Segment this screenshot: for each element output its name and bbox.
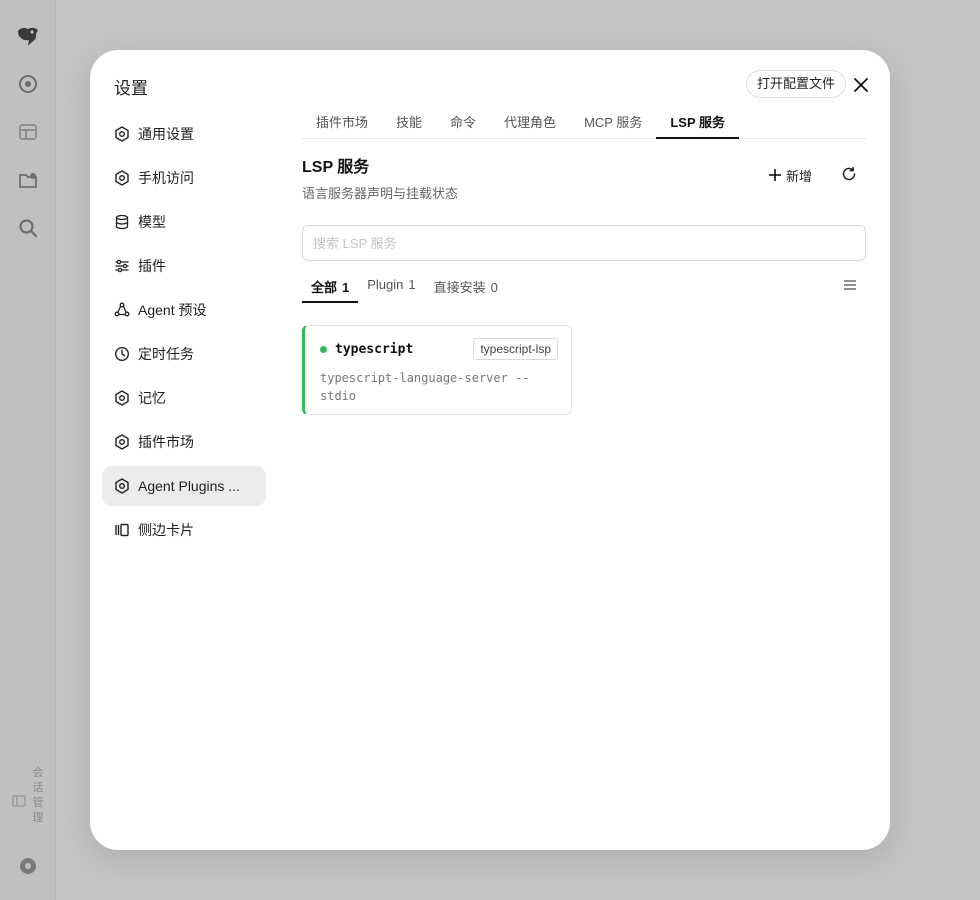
sidebar-item-label: 手机访问	[138, 170, 194, 186]
agent-icon	[113, 301, 131, 319]
search-input[interactable]	[302, 225, 866, 261]
sidebar-item-agent-plugins[interactable]: Agent Plugins ...	[102, 466, 266, 506]
tab-plugin-market[interactable]: 插件市场	[302, 108, 382, 139]
layout-icon[interactable]	[16, 120, 40, 144]
content-panel: 插件市场 技能 命令 代理角色 MCP 服务 LSP 服务 LSP 服务 语言服…	[302, 108, 866, 415]
gear-icon	[113, 169, 131, 187]
sidebar-item-general[interactable]: 通用设置	[102, 114, 266, 154]
app-logo-icon	[16, 24, 40, 48]
sidebar-item-scheduled-tasks[interactable]: 定时任务	[102, 334, 266, 374]
filter-count: 1	[408, 277, 416, 292]
sidebar-item-plugins[interactable]: 插件	[102, 246, 266, 286]
clock-icon	[113, 345, 131, 363]
sidebar-item-plugin-market[interactable]: 插件市场	[102, 422, 266, 462]
filter-count: 0	[490, 280, 498, 295]
sidebar-item-label: 插件市场	[138, 434, 194, 450]
status-dot	[320, 345, 327, 353]
sliders-icon	[113, 257, 131, 275]
sidebar-item-label: 定时任务	[138, 346, 194, 362]
gear-icon	[113, 389, 131, 407]
settings-sidebar: 通用设置 手机访问 模型 插件 Agent 预设 定时任务 记忆 插件市场 Ag…	[102, 114, 266, 554]
sidebar-item-models[interactable]: 模型	[102, 202, 266, 242]
new-folder-icon[interactable]	[16, 168, 40, 192]
tab-bar: 插件市场 技能 命令 代理角色 MCP 服务 LSP 服务	[302, 108, 866, 139]
cards-icon	[113, 521, 131, 539]
tab-commands[interactable]: 命令	[436, 108, 490, 139]
sidebar-item-memory[interactable]: 记忆	[102, 378, 266, 418]
sidebar-item-label: 通用设置	[138, 126, 194, 142]
section-header: LSP 服务 语言服务器声明与挂载状态 新增	[302, 153, 866, 225]
sidebar-item-label: 记忆	[138, 390, 166, 406]
list-view-icon[interactable]	[842, 277, 858, 293]
app-rail: 会话管理	[0, 0, 56, 900]
sidebar-item-label: 插件	[138, 258, 166, 274]
sidebar-item-label: Agent Plugins ...	[138, 478, 240, 494]
filter-label: Plugin	[367, 277, 404, 292]
settings-icon[interactable]	[16, 854, 40, 878]
tab-skills[interactable]: 技能	[382, 108, 436, 139]
gear-icon	[113, 125, 131, 143]
sidebar-item-side-cards[interactable]: 侧边卡片	[102, 510, 266, 550]
refresh-icon[interactable]	[838, 163, 860, 185]
sidebar-item-label: 侧边卡片	[138, 522, 194, 538]
open-config-button[interactable]: 打开配置文件	[746, 70, 847, 98]
add-button-label: 新增	[786, 168, 813, 184]
tab-lsp-services[interactable]: LSP 服务	[656, 108, 739, 139]
sidebar-item-label: 模型	[138, 214, 166, 230]
home-icon[interactable]	[16, 72, 40, 96]
sidebar-item-mobile[interactable]: 手机访问	[102, 158, 266, 198]
server-tag: typescript-lsp	[473, 338, 558, 360]
filter-plugin[interactable]: Plugin 1	[358, 267, 424, 303]
settings-modal: 设置 打开配置文件 通用设置 手机访问 模型 插件 Agent 预设 定时任务	[90, 50, 890, 850]
modal-title: 设置	[114, 79, 148, 98]
server-command: typescript-language-server --stdio	[320, 371, 530, 403]
sessions-label[interactable]: 会话管理	[32, 766, 44, 826]
tab-agent-roles[interactable]: 代理角色	[490, 108, 570, 139]
plus-icon	[768, 168, 782, 182]
filter-label: 直接安装	[433, 280, 486, 295]
sidebar-item-agent-presets[interactable]: Agent 预设	[102, 290, 266, 330]
filter-label: 全部	[311, 280, 338, 295]
gear-icon	[113, 477, 131, 495]
lsp-server-card[interactable]: typescript typescript-lsp typescript-lan…	[302, 325, 572, 415]
tab-mcp-services[interactable]: MCP 服务	[570, 108, 656, 139]
server-name: typescript	[335, 341, 414, 357]
filter-tabs: 全部 1 Plugin 1 直接安装 0	[302, 267, 866, 309]
filter-direct-install[interactable]: 直接安装 0	[425, 267, 507, 303]
gear-icon	[113, 433, 131, 451]
sidebar-item-label: Agent 预设	[138, 302, 207, 318]
add-button[interactable]: 新增	[768, 164, 812, 186]
close-icon[interactable]	[850, 74, 872, 96]
filter-all[interactable]: 全部 1	[302, 267, 359, 303]
filter-count: 1	[342, 280, 350, 295]
database-icon	[113, 213, 131, 231]
search-icon[interactable]	[16, 216, 40, 240]
sessions-icon[interactable]	[12, 794, 26, 813]
